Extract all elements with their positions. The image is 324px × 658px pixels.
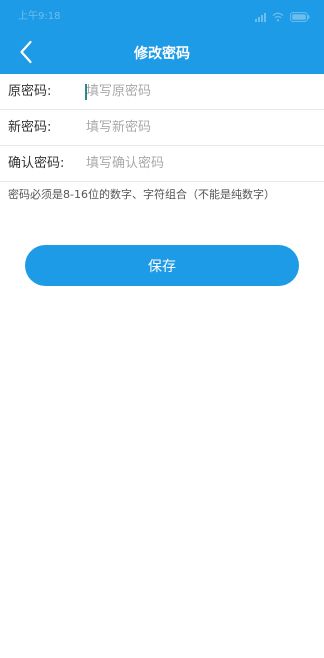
battery-icon xyxy=(290,12,310,22)
status-bar: 上午9:18 xyxy=(0,0,324,34)
new-password-row: 新密码: xyxy=(0,110,324,146)
confirm-password-row: 确认密码: xyxy=(0,146,324,182)
password-hint: 密码必须是8-16位的数字、字符组合（不能是纯数字） xyxy=(8,188,275,201)
status-icons xyxy=(255,11,310,23)
header: 上午9:18 修改密码 xyxy=(0,0,324,74)
wifi-icon xyxy=(272,12,284,22)
password-form: 原密码: 新密码: 确认密码: xyxy=(0,74,324,182)
old-password-label: 原密码: xyxy=(8,84,52,99)
new-password-label: 新密码: xyxy=(8,120,52,135)
save-button[interactable]: 保存 xyxy=(25,245,299,286)
old-password-input[interactable] xyxy=(84,74,316,109)
status-time: 上午9:18 xyxy=(18,11,61,22)
old-password-row: 原密码: xyxy=(0,74,324,110)
confirm-password-label: 确认密码: xyxy=(8,156,65,171)
page-title: 修改密码 xyxy=(134,46,190,62)
signal-icon xyxy=(255,12,266,22)
new-password-input[interactable] xyxy=(84,110,316,145)
confirm-password-input[interactable] xyxy=(84,146,316,181)
text-cursor xyxy=(85,84,87,100)
